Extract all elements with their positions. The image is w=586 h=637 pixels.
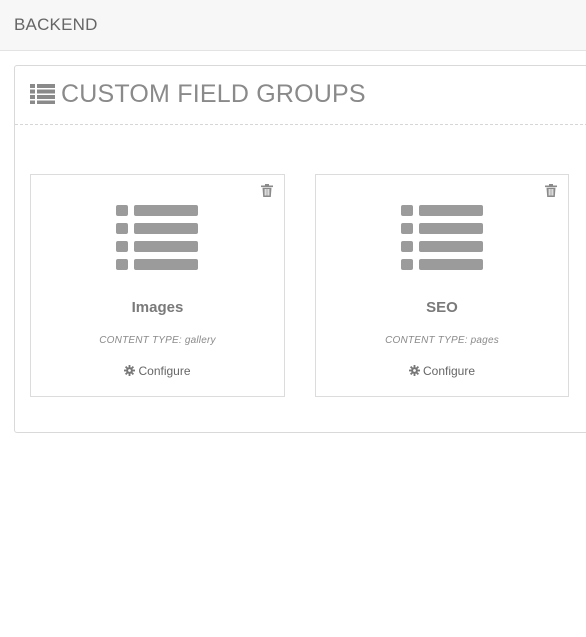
card-title: Images [131, 299, 184, 316]
page-title: BACKEND [14, 15, 98, 34]
field-group-card: SEO CONTENT TYPE: pages Configure [315, 174, 569, 397]
configure-link[interactable]: Configure [31, 364, 284, 378]
gear-icon [408, 365, 420, 376]
list-icon [401, 205, 483, 270]
panel-header: CUSTOM FIELD GROUPS [15, 66, 586, 125]
configure-label: Configure [422, 364, 476, 378]
field-group-card: Images CONTENT TYPE: gallery Configure [30, 174, 285, 397]
list-icon [116, 205, 198, 270]
custom-field-groups-panel: CUSTOM FIELD GROUPS Images CONTENT TYPE:… [14, 65, 586, 433]
panel-heading: CUSTOM FIELD GROUPS [61, 80, 366, 108]
trash-icon[interactable] [545, 184, 557, 197]
content-type-label: CONTENT TYPE: pages [385, 335, 499, 346]
configure-link[interactable]: Configure [316, 364, 568, 378]
configure-label: Configure [138, 364, 191, 378]
content-type-label: CONTENT TYPE: gallery [99, 335, 216, 346]
top-bar: BACKEND [0, 0, 586, 51]
list-icon [30, 84, 55, 104]
trash-icon[interactable] [261, 184, 273, 197]
gear-icon [124, 365, 136, 376]
card-title: SEO [426, 299, 458, 316]
